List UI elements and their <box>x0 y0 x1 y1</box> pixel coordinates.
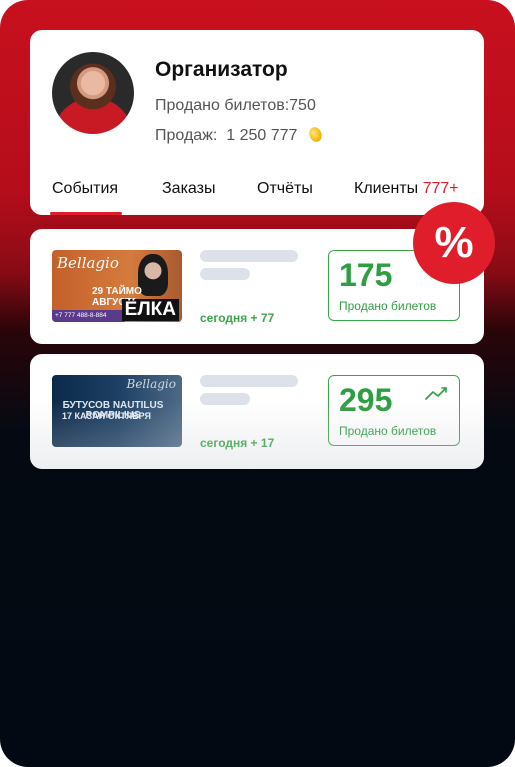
tickets-sold-count: 295 <box>339 382 393 418</box>
poster-brand: Bellagio <box>57 254 119 272</box>
poster-brand: Bellagio <box>126 377 177 391</box>
today-sales: сегодня + 77 <box>200 311 275 325</box>
poster-title: ЁЛКА <box>121 299 179 321</box>
sales-label: Продаж: <box>155 127 218 144</box>
organizer-profile-card: Организатор Продано билетов:750 Продаж: … <box>30 30 484 215</box>
active-tab-indicator <box>50 212 122 215</box>
tickets-sold-value: 750 <box>289 97 316 114</box>
tab-clients-label: Клиенты <box>354 180 419 197</box>
event-title-placeholder <box>200 250 298 262</box>
discount-percent-badge[interactable]: % <box>413 202 495 284</box>
tickets-sold-caption: Продано билетов <box>339 424 437 438</box>
tickets-sold-caption: Продано билетов <box>339 299 437 313</box>
event-card[interactable]: Bellagio 17 КАЗАН ОКТЯБРЯ БУТУСОВ NAUTIL… <box>30 354 484 469</box>
tab-orders[interactable]: Заказы <box>162 180 215 198</box>
event-poster[interactable]: Bellagio 29 ТАЙМО АВГУСТА +7 777 488-8-8… <box>52 250 182 322</box>
event-subtitle-placeholder <box>200 268 250 280</box>
section-tabs: События Заказы Отчёты Клиенты 777+ <box>30 180 484 215</box>
sales-stat: Продаж: 1 250 777 <box>155 125 324 145</box>
clients-count-badge: 777+ <box>422 180 459 197</box>
tickets-sold-label: Продано билетов: <box>155 97 290 114</box>
tab-events[interactable]: События <box>52 180 118 198</box>
today-sales: сегодня + 17 <box>200 436 275 450</box>
sales-value: 1 250 777 <box>226 127 298 144</box>
trend-up-icon <box>425 387 447 400</box>
organizer-avatar[interactable] <box>52 52 134 134</box>
tab-reports[interactable]: Отчёты <box>257 180 313 198</box>
poster-phone: +7 777 488-8-884 <box>52 310 125 322</box>
tab-clients[interactable]: Клиенты 777+ <box>354 180 459 198</box>
tickets-sold-stat: Продано билетов:750 <box>155 97 316 115</box>
event-poster[interactable]: Bellagio 17 КАЗАН ОКТЯБРЯ БУТУСОВ NAUTIL… <box>52 375 182 447</box>
app-screen: Организатор Продано билетов:750 Продаж: … <box>0 0 515 767</box>
poster-title: БУТУСОВ NAUTILUS POMPILIUS <box>62 400 164 421</box>
organizer-role-title: Организатор <box>155 58 288 81</box>
event-title-placeholder <box>200 375 298 387</box>
event-subtitle-placeholder <box>200 393 250 405</box>
tickets-sold-box: 295 Продано билетов <box>328 375 460 446</box>
coin-icon <box>307 125 324 144</box>
tickets-sold-count: 175 <box>339 257 393 293</box>
